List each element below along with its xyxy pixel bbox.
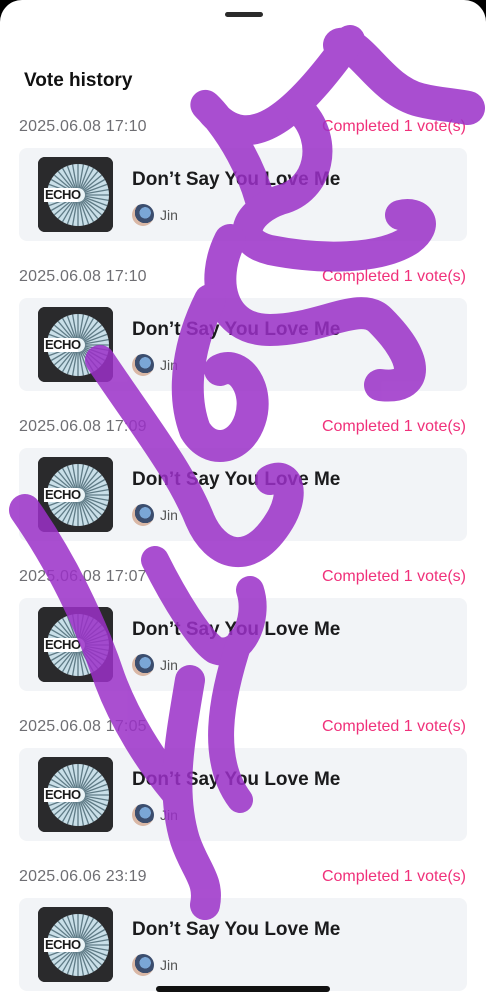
artist-name: Jin [160,957,178,973]
song-card[interactable]: ECHO Don’t Say You Love Me Jin [19,898,467,991]
vote-date: 2025.06.08 17:07 [19,568,147,585]
cover-text: ECHO [45,337,81,352]
artist-row: Jin [132,503,178,527]
drag-handle[interactable] [225,12,263,17]
vote-history-entry: 2025.06.08 17:07 Completed 1 vote(s) ECH… [0,566,486,716]
cover-text: ECHO [45,487,81,502]
entry-header: 2025.06.08 17:09 Completed 1 vote(s) [0,416,486,448]
album-cover: ECHO [38,907,113,982]
artist-row: Jin [132,203,178,227]
artist-avatar [132,354,154,376]
artist-row: Jin [132,953,178,977]
vote-history-entry: 2025.06.06 23:19 Completed 1 vote(s) ECH… [0,866,486,1000]
artist-name: Jin [160,807,178,823]
song-card[interactable]: ECHO Don’t Say You Love Me Jin [19,148,467,241]
song-title: Don’t Say You Love Me [132,169,341,190]
album-cover: ECHO [38,157,113,232]
artist-row: Jin [132,653,178,677]
song-title: Don’t Say You Love Me [132,469,341,490]
page-title: Vote history [24,70,133,91]
artist-avatar [132,504,154,526]
cover-text: ECHO [45,787,81,802]
artist-name: Jin [160,357,178,373]
album-cover: ECHO [38,457,113,532]
cover-text: ECHO [45,937,81,952]
vote-history-entry: 2025.06.08 17:05 Completed 1 vote(s) ECH… [0,716,486,866]
song-card[interactable]: ECHO Don’t Say You Love Me Jin [19,298,467,391]
song-title: Don’t Say You Love Me [132,919,341,940]
vote-status: Completed 1 vote(s) [321,418,466,435]
vote-date: 2025.06.08 17:10 [19,118,147,135]
album-cover: ECHO [38,757,113,832]
album-cover: ECHO [38,307,113,382]
song-card[interactable]: ECHO Don’t Say You Love Me Jin [19,448,467,541]
vote-history-entry: 2025.06.08 17:09 Completed 1 vote(s) ECH… [0,416,486,566]
vote-history-list[interactable]: 2025.06.08 17:10 Completed 1 vote(s) ECH… [0,117,486,1000]
vote-status: Completed 1 vote(s) [321,718,466,735]
vote-date: 2025.06.08 17:05 [19,718,147,735]
song-title: Don’t Say You Love Me [132,319,341,340]
entry-header: 2025.06.08 17:07 Completed 1 vote(s) [0,566,486,598]
artist-name: Jin [160,657,178,673]
entry-header: 2025.06.08 17:10 Completed 1 vote(s) [0,266,486,298]
cover-text: ECHO [45,187,81,202]
vote-history-entry: 2025.06.08 17:10 Completed 1 vote(s) ECH… [0,266,486,416]
artist-avatar [132,804,154,826]
vote-status: Completed 1 vote(s) [321,868,466,885]
vote-status: Completed 1 vote(s) [321,568,466,585]
song-card[interactable]: ECHO Don’t Say You Love Me Jin [19,748,467,841]
vote-date: 2025.06.08 17:09 [19,418,147,435]
vote-status: Completed 1 vote(s) [321,268,466,285]
home-indicator [156,986,330,992]
vote-history-list-inner: 2025.06.08 17:10 Completed 1 vote(s) ECH… [0,117,486,1000]
artist-avatar [132,204,154,226]
entry-header: 2025.06.08 17:10 Completed 1 vote(s) [0,117,486,148]
song-card[interactable]: ECHO Don’t Say You Love Me Jin [19,598,467,691]
song-title: Don’t Say You Love Me [132,619,341,640]
album-cover: ECHO [38,607,113,682]
artist-avatar [132,654,154,676]
vote-history-sheet: Vote history 2025.06.08 17:10 Completed … [0,0,486,1000]
artist-name: Jin [160,507,178,523]
vote-date: 2025.06.06 23:19 [19,868,147,885]
entry-header: 2025.06.08 17:05 Completed 1 vote(s) [0,716,486,748]
entry-header: 2025.06.06 23:19 Completed 1 vote(s) [0,866,486,898]
vote-date: 2025.06.08 17:10 [19,268,147,285]
artist-row: Jin [132,803,178,827]
artist-row: Jin [132,353,178,377]
vote-history-entry: 2025.06.08 17:10 Completed 1 vote(s) ECH… [0,117,486,266]
song-title: Don’t Say You Love Me [132,769,341,790]
cover-text: ECHO [45,637,81,652]
artist-avatar [132,954,154,976]
artist-name: Jin [160,207,178,223]
vote-status: Completed 1 vote(s) [321,118,466,135]
